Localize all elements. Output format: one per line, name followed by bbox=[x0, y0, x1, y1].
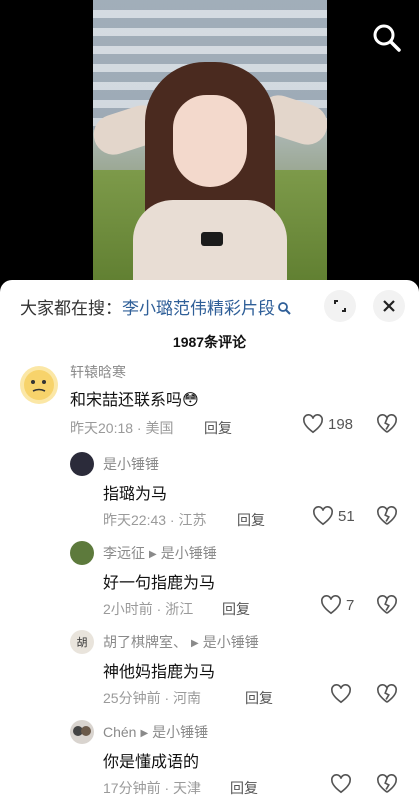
comment-item: Chén ▶ 是小锤锤 你是懂成语的 17分钟前 · 天津 回复 bbox=[0, 720, 419, 800]
expand-icon bbox=[334, 300, 346, 312]
dislike-button[interactable] bbox=[376, 774, 398, 799]
svg-text:胡: 胡 bbox=[77, 635, 88, 649]
heart-icon bbox=[303, 414, 323, 434]
comment-meta: 25分钟前 · 河南 bbox=[103, 690, 202, 706]
trending-search[interactable]: 大家都在搜：李小璐范伟精彩片段 bbox=[20, 294, 291, 318]
close-icon bbox=[383, 300, 395, 312]
comment-panel: 大家都在搜：李小璐范伟精彩片段 1987条评论 轩辕晗寒 和宋喆还联系吗😳 昨天… bbox=[0, 280, 419, 800]
reply-button[interactable]: 回复 bbox=[204, 418, 232, 438]
heart-icon bbox=[313, 506, 333, 526]
avatar[interactable] bbox=[70, 452, 94, 476]
comment-text: 神他妈指鹿为马 bbox=[103, 664, 216, 681]
embarrassed-emoji-icon: 😳 bbox=[182, 392, 199, 409]
comment-username[interactable]: 轩辕晗寒 bbox=[70, 362, 126, 382]
reply-arrow-icon: ▶ bbox=[149, 549, 157, 560]
like-count: 51 bbox=[338, 507, 355, 525]
avatar[interactable] bbox=[70, 541, 94, 565]
comment-count: 1987条评论 bbox=[172, 334, 247, 350]
comment-username[interactable]: Chén ▶ 是小锤锤 bbox=[103, 722, 208, 742]
comment-meta: 2小时前 · 浙江 bbox=[103, 601, 194, 617]
comment-item: 李远征 ▶ 是小锤锤 好一句指鹿为马 2小时前 · 浙江 回复 7 bbox=[0, 541, 419, 621]
comment-username[interactable]: 胡了棋牌室、 ▶ 是小锤锤 bbox=[103, 632, 259, 652]
comment-text: 指璐为马 bbox=[103, 486, 168, 503]
like-count: 198 bbox=[328, 415, 354, 433]
expand-button[interactable] bbox=[324, 290, 356, 322]
heart-icon bbox=[331, 774, 351, 794]
comment-meta: 昨天20:18 · 美国 bbox=[70, 420, 174, 436]
like-button[interactable]: 51 bbox=[312, 506, 355, 526]
video-frame bbox=[93, 0, 327, 290]
broken-heart-icon bbox=[377, 506, 397, 525]
reply-button[interactable]: 回复 bbox=[245, 688, 273, 708]
broken-heart-icon bbox=[377, 684, 397, 703]
like-count: 7 bbox=[346, 596, 355, 614]
dislike-button[interactable] bbox=[376, 595, 398, 620]
avatar[interactable]: 胡 bbox=[70, 630, 94, 654]
reply-button[interactable]: 回复 bbox=[237, 510, 265, 530]
heart-icon bbox=[321, 595, 341, 615]
heart-icon bbox=[331, 684, 351, 704]
search-icon bbox=[277, 300, 291, 315]
avatar[interactable] bbox=[20, 366, 58, 404]
reply-arrow-icon: ▶ bbox=[191, 638, 199, 649]
video-player[interactable] bbox=[0, 0, 419, 290]
comment-text: 你是懂成语的 bbox=[103, 754, 200, 771]
broken-heart-icon bbox=[377, 774, 397, 793]
comment-item: 是小锤锤 指璐为马 昨天22:43 · 江苏 回复 51 bbox=[0, 452, 419, 532]
avatar[interactable] bbox=[70, 720, 94, 744]
trending-search-keyword[interactable]: 李小璐范伟精彩片段 bbox=[122, 299, 275, 318]
comment-meta: 昨天22:43 · 江苏 bbox=[103, 512, 207, 528]
comment-text: 好一句指鹿为马 bbox=[103, 575, 216, 592]
comment-meta: 17分钟前 · 天津 bbox=[103, 780, 202, 796]
dislike-button[interactable] bbox=[376, 506, 398, 531]
broken-heart-icon bbox=[377, 595, 397, 614]
comment-username[interactable]: 李远征 ▶ 是小锤锤 bbox=[103, 543, 217, 563]
comment-username[interactable]: 是小锤锤 bbox=[103, 454, 159, 474]
like-button[interactable] bbox=[330, 774, 352, 794]
search-icon[interactable] bbox=[371, 22, 403, 54]
like-button[interactable]: 198 bbox=[302, 414, 353, 434]
close-button[interactable] bbox=[373, 290, 405, 322]
reply-button[interactable]: 回复 bbox=[222, 599, 250, 619]
broken-heart-icon bbox=[377, 414, 397, 433]
dislike-button[interactable] bbox=[376, 684, 398, 709]
reply-button[interactable]: 回复 bbox=[230, 778, 258, 798]
comment-text: 和宋喆还联系吗😳 bbox=[70, 392, 199, 409]
trending-search-prefix: 大家都在搜： bbox=[20, 299, 122, 318]
like-button[interactable] bbox=[330, 684, 352, 704]
comment-item: 轩辕晗寒 和宋喆还联系吗😳 昨天20:18 · 美国 回复 198 bbox=[0, 360, 419, 440]
like-button[interactable]: 7 bbox=[320, 595, 354, 615]
comment-item: 胡 胡了棋牌室、 ▶ 是小锤锤 神他妈指鹿为马 25分钟前 · 河南 回复 bbox=[0, 630, 419, 710]
reply-arrow-icon: ▶ bbox=[140, 728, 149, 739]
dislike-button[interactable] bbox=[376, 414, 398, 439]
